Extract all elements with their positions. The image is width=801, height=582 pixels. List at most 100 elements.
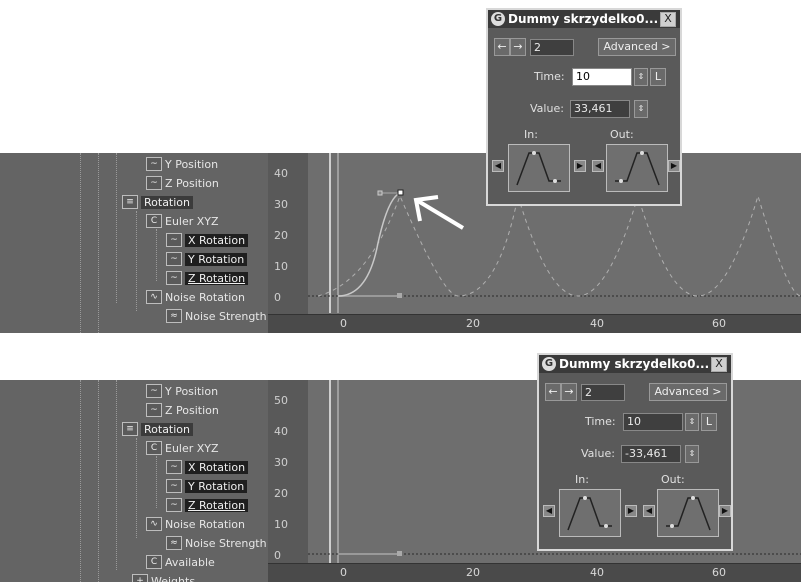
curve-icon: ~ bbox=[166, 252, 182, 266]
value-spinner[interactable]: ⇕ bbox=[634, 100, 648, 118]
out-tangent-button[interactable] bbox=[657, 489, 719, 537]
tree-item[interactable]: ≈ Noise Strength bbox=[166, 307, 267, 325]
value-ruler: 50 40 30 20 10 0 bbox=[268, 380, 308, 582]
tree-item[interactable]: ~ Z Position bbox=[146, 174, 219, 192]
close-button[interactable]: X bbox=[711, 357, 727, 372]
dialog-titlebar[interactable]: G Dummy skrzydelko0... bbox=[488, 10, 680, 28]
list-icon: ≡ bbox=[122, 195, 138, 209]
value-field[interactable]: 33,461 bbox=[570, 100, 630, 118]
ruler-tick-label: 30 bbox=[274, 456, 288, 469]
tree-item[interactable]: ~ Z Rotation bbox=[166, 496, 249, 514]
value-spinner[interactable]: ⇕ bbox=[685, 445, 699, 463]
value-label: Value: bbox=[581, 447, 615, 460]
tree-item[interactable]: ~ Y Position bbox=[146, 155, 218, 173]
key-info-dialog: G Dummy skrzydelko0... X ← → 2 Advanced … bbox=[486, 8, 682, 206]
prev-key-button[interactable]: ← bbox=[494, 38, 510, 56]
time-field[interactable]: 10 bbox=[572, 68, 632, 86]
out-tangent-right-icon[interactable]: ▶ bbox=[668, 160, 680, 172]
tree-item-label: Z Rotation bbox=[185, 498, 249, 512]
time-ruler[interactable]: 0 20 40 60 bbox=[268, 563, 801, 582]
ruler-tick-label: 20 bbox=[274, 229, 288, 242]
tree-item[interactable]: ∿ Noise Rotation bbox=[146, 288, 245, 306]
curve-icon: ~ bbox=[166, 479, 182, 493]
advanced-button[interactable]: Advanced > bbox=[598, 38, 676, 56]
out-tangent-right-icon[interactable]: ▶ bbox=[719, 505, 731, 517]
tree-item-label: Y Position bbox=[165, 157, 219, 171]
ruler-tick-label: 10 bbox=[274, 518, 288, 531]
out-label: Out: bbox=[610, 128, 634, 141]
next-key-button[interactable]: → bbox=[561, 383, 577, 401]
time-label: Time: bbox=[585, 415, 616, 428]
time-label: Time: bbox=[534, 70, 565, 83]
dialog-titlebar[interactable]: G Dummy skrzydelko0... bbox=[539, 355, 731, 373]
in-tangent-button[interactable] bbox=[508, 144, 570, 192]
tree-item[interactable]: ≡ Rotation bbox=[122, 420, 194, 438]
curve-icon: ~ bbox=[166, 460, 182, 474]
tree-item[interactable]: + Weights bbox=[132, 572, 195, 582]
tree-item[interactable]: ~ Y Rotation bbox=[166, 250, 248, 268]
time-field[interactable]: 10 bbox=[623, 413, 683, 431]
arrow-annotation bbox=[413, 195, 465, 230]
ruler-tick-label: 20 bbox=[274, 487, 288, 500]
plus-icon: + bbox=[132, 574, 148, 582]
in-tangent-left-icon[interactable]: ◀ bbox=[543, 505, 555, 517]
out-tangent-button[interactable] bbox=[606, 144, 668, 192]
tree-item-label: Noise Rotation bbox=[165, 290, 246, 304]
key-number-field[interactable]: 2 bbox=[581, 384, 625, 401]
ruler-tick-label: 10 bbox=[274, 260, 288, 273]
ruler-tick-label: 0 bbox=[274, 291, 281, 304]
in-tangent-button[interactable] bbox=[559, 489, 621, 537]
tree-item[interactable]: ~ Z Position bbox=[146, 401, 219, 419]
tree-item-label: Y Rotation bbox=[185, 252, 248, 266]
advanced-button[interactable]: Advanced > bbox=[649, 383, 727, 401]
tree-item-label: Noise Strength bbox=[185, 309, 267, 323]
key-info-dialog: G Dummy skrzydelko0... X ← → 2 Advanced … bbox=[537, 353, 733, 551]
in-tangent-left-icon[interactable]: ◀ bbox=[492, 160, 504, 172]
controller-tree: ~ Y Position ~ Z Position ≡ Rotation C Euler XY… bbox=[0, 380, 268, 582]
tree-item[interactable]: C Euler XYZ bbox=[146, 212, 219, 230]
in-tangent-right-icon[interactable]: ▶ bbox=[625, 505, 637, 517]
tree-item[interactable]: C Available bbox=[146, 553, 215, 571]
value-field[interactable]: -33,461 bbox=[621, 445, 681, 463]
tree-item[interactable]: ~ Z Rotation bbox=[166, 269, 249, 287]
time-spinner[interactable]: ⇕ bbox=[685, 413, 699, 431]
out-tangent-left-icon[interactable]: ◀ bbox=[643, 505, 655, 517]
curve-icon: ~ bbox=[166, 233, 182, 247]
lock-button[interactable]: L bbox=[650, 68, 666, 86]
list-icon: ≡ bbox=[122, 422, 138, 436]
controller-tree: ~ Y Position ~ Z Position ≡ Rotation C Euler XY… bbox=[0, 153, 268, 333]
tree-item-label: Noise Rotation bbox=[165, 517, 246, 531]
ruler-tick-label: 40 bbox=[274, 425, 288, 438]
timeline-tick-label: 40 bbox=[590, 317, 604, 330]
tree-item[interactable]: ~ X Rotation bbox=[166, 231, 249, 249]
tree-item-label: Noise Strength bbox=[185, 536, 267, 550]
time-spinner[interactable]: ⇕ bbox=[634, 68, 648, 86]
tree-item[interactable]: ∿ Noise Rotation bbox=[146, 515, 245, 533]
timeline-tick-label: 0 bbox=[340, 566, 347, 579]
tree-item-label: Weights bbox=[151, 574, 196, 582]
tree-item[interactable]: ≡ Rotation bbox=[122, 193, 194, 211]
next-key-button[interactable]: → bbox=[510, 38, 526, 56]
tree-item-label: Z Position bbox=[165, 176, 219, 190]
tree-item[interactable]: ≈ Noise Strength bbox=[166, 534, 267, 552]
timeline-tick-label: 40 bbox=[590, 566, 604, 579]
in-tangent-right-icon[interactable]: ▶ bbox=[574, 160, 586, 172]
curve-icon: ~ bbox=[146, 403, 162, 417]
dialog-title: Dummy skrzydelko0... bbox=[508, 12, 659, 26]
tree-item[interactable]: ~ Y Rotation bbox=[166, 477, 248, 495]
dialog-title: Dummy skrzydelko0... bbox=[559, 357, 710, 371]
app-logo-icon: G bbox=[542, 357, 556, 371]
tree-item[interactable]: C Euler XYZ bbox=[146, 439, 219, 457]
prev-key-button[interactable]: ← bbox=[545, 383, 561, 401]
tree-item[interactable]: ~ X Rotation bbox=[166, 458, 249, 476]
tree-item[interactable]: ~ Y Position bbox=[146, 382, 218, 400]
time-ruler[interactable]: 0 20 40 60 bbox=[268, 314, 801, 333]
curve-icon: ~ bbox=[146, 157, 162, 171]
tree-item-label: X Rotation bbox=[185, 460, 249, 474]
close-button[interactable]: X bbox=[660, 12, 676, 27]
out-tangent-left-icon[interactable]: ◀ bbox=[592, 160, 604, 172]
timeline-tick-label: 60 bbox=[712, 566, 726, 579]
key-number-field[interactable]: 2 bbox=[530, 39, 574, 56]
ruler-tick-label: 30 bbox=[274, 198, 288, 211]
lock-button[interactable]: L bbox=[701, 413, 717, 431]
